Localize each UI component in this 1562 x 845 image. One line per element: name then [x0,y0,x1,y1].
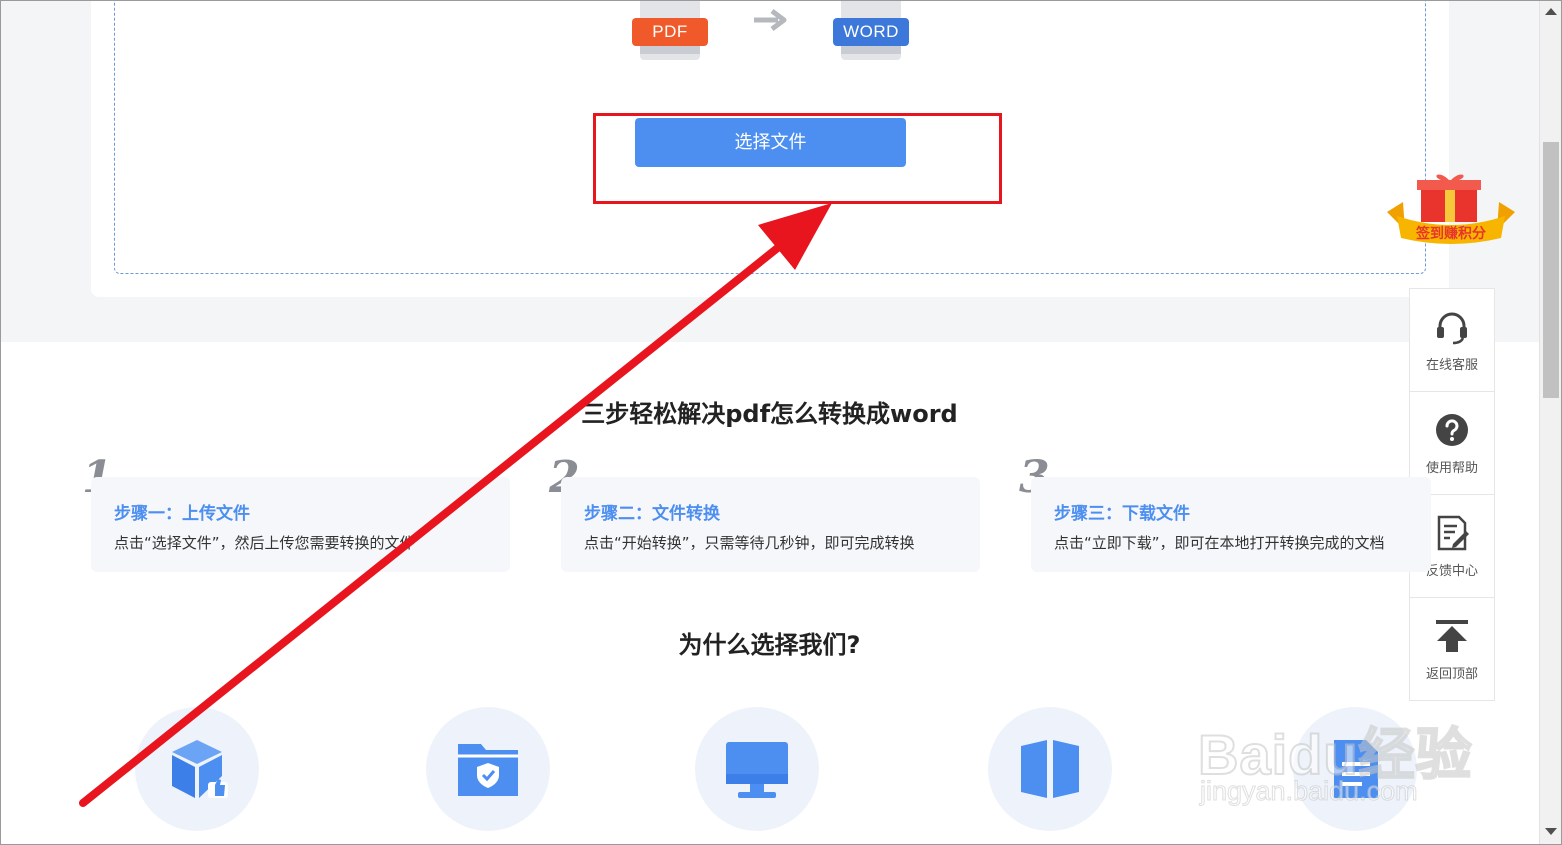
box-thumbs-up-icon [172,740,228,798]
feature-item [135,707,259,831]
pdf-label: PDF [632,18,708,46]
side-item-label: 使用帮助 [1425,460,1478,476]
pdf-file-icon: PDF [632,0,708,60]
feature-item [426,707,550,831]
gift-checkin-badge[interactable]: 签到赚积分 [1383,172,1519,248]
step-description: 点击“选择文件”，然后上传您需要转换的文件 [114,534,415,552]
watermark-url: jingyan.baidu.com [1200,776,1419,807]
step-card-download: 步骤三：下载文件 点击“立即下载”，即可在本地打开转换完成的文档 [1031,477,1431,572]
convert-arrow-icon [754,9,787,31]
vertical-scrollbar[interactable] [1539,0,1561,845]
baidu-jingyan-watermark: Baidu经验 jingyan.baidu.com [1197,700,1488,810]
step-title: 步骤一：上传文件 [114,504,250,524]
side-item-label: 在线客服 [1425,357,1478,373]
annotation-highlight-box [593,113,1002,204]
step-description: 点击“立即下载”，即可在本地打开转换完成的文档 [1054,534,1385,552]
headset-icon [1437,312,1467,344]
gift-badge-label: 签到赚积分 [1415,225,1486,242]
feature-item [988,707,1112,831]
online-service-button[interactable]: 在线客服 [1410,289,1494,392]
step-description: 点击“开始转换”，只需等待几秒钟，即可完成转换 [584,534,915,552]
word-label: WORD [833,18,909,46]
scroll-up-arrow-icon[interactable] [1545,8,1557,15]
side-item-label: 反馈中心 [1425,563,1478,579]
scroll-down-arrow-icon[interactable] [1545,828,1557,835]
feedback-icon [1437,515,1469,550]
feature-item [695,707,819,831]
step-title: 步骤三：下载文件 [1054,504,1190,524]
word-file-icon: WORD [833,0,909,60]
steps-section-title: 三步轻松解决pdf怎么转换成word [581,400,958,428]
monitor-icon [726,742,788,798]
why-section-title: 为什么选择我们? [678,631,861,659]
step-title: 步骤二：文件转换 [584,504,720,524]
converter-section: PDF WORD 选择文件 [0,0,1539,342]
scroll-thumb[interactable] [1543,142,1559,398]
step-card-convert: 步骤二：文件转换 点击“开始转换”，只需等待几秒钟，即可完成转换 [561,477,980,572]
secure-folder-icon [458,744,518,796]
side-item-label: 返回顶部 [1425,667,1478,682]
book-icon [1021,740,1079,798]
step-card-upload: 步骤一：上传文件 点击“选择文件”，然后上传您需要转换的文件 [91,477,510,572]
